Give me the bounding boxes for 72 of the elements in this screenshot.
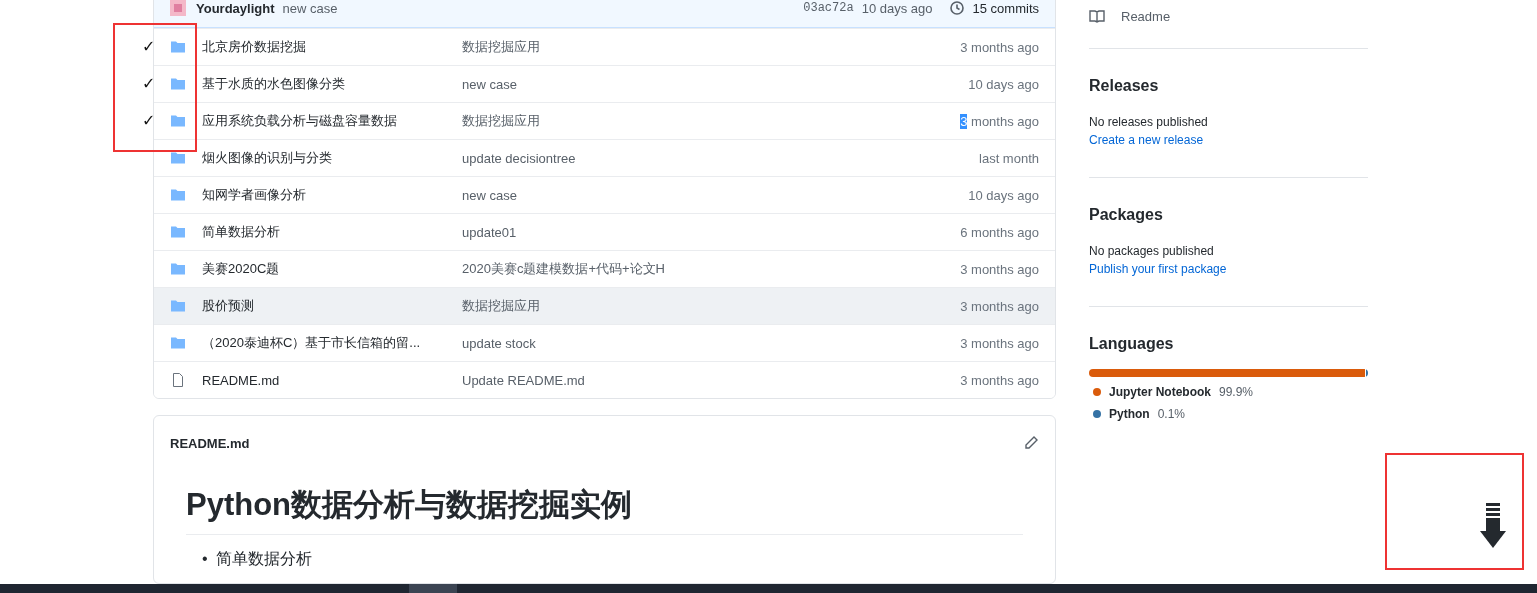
language-name[interactable]: Python: [1109, 407, 1150, 421]
commit-time: 3 months ago: [960, 261, 1039, 277]
section-note: No packages published: [1089, 244, 1215, 258]
language-percent: 0.1%: [1157, 407, 1186, 421]
commit-time: 10 days ago: [968, 187, 1039, 203]
file-name[interactable]: （2020泰迪杯C）基于市长信箱的留...: [202, 334, 462, 352]
commit-message[interactable]: 数据挖掘应用: [462, 38, 961, 56]
commit-message[interactable]: update01: [462, 224, 961, 240]
file-name[interactable]: 烟火图像的识别与分类: [202, 149, 462, 167]
commit-message[interactable]: 2020美赛c题建模数据+代码+论文H: [462, 260, 961, 278]
readme-filename: README.md: [170, 435, 250, 451]
commit-message[interactable]: new case: [462, 76, 969, 92]
commit-message[interactable]: new case: [282, 0, 796, 16]
file-row[interactable]: 股价预测 数据挖掘应用 3 months ago: [154, 287, 1055, 324]
commit-time: 3 months ago: [960, 39, 1039, 55]
file-name[interactable]: 知网学者画像分析: [202, 186, 462, 204]
check-mark: ✓: [142, 37, 156, 56]
down-arrow-icon: [1480, 503, 1506, 549]
folder-icon: [170, 298, 186, 314]
file-name[interactable]: 基于水质的水色图像分类: [202, 75, 462, 93]
check-mark: ✓: [142, 111, 156, 130]
folder-icon: [170, 39, 186, 55]
section-link[interactable]: Create a new release: [1089, 133, 1368, 147]
commit-sha[interactable]: 03ac72a: [803, 1, 854, 15]
check-mark: ✓: [142, 74, 156, 93]
commit-message[interactable]: 数据挖掘应用: [462, 112, 961, 130]
folder-icon: [170, 335, 186, 351]
readme-heading: Python数据分析与数据挖掘实例: [186, 484, 1023, 535]
commit-time: 3 months ago: [960, 335, 1039, 351]
file-row[interactable]: README.md Update README.md 3 months ago: [154, 361, 1055, 398]
commit-time: 3 months ago: [960, 298, 1039, 314]
commit-time: 10 days ago: [968, 76, 1039, 92]
commit-time: 10 days ago: [861, 0, 933, 16]
pencil-icon[interactable]: [1023, 435, 1039, 451]
commit-author[interactable]: Yourdaylight: [196, 0, 275, 16]
commit-message[interactable]: update decisiontree: [462, 150, 979, 166]
folder-icon: [170, 113, 186, 129]
commit-time: 6 months ago: [960, 224, 1039, 240]
section-title: Languages: [1089, 335, 1175, 353]
section-note: No releases published: [1089, 115, 1209, 129]
folder-icon: [170, 187, 186, 203]
readme-label: Readme: [1121, 8, 1171, 24]
folder-icon: [170, 76, 186, 92]
file-name[interactable]: 简单数据分析: [202, 223, 462, 241]
commit-time: last month: [979, 150, 1039, 166]
commit-message[interactable]: new case: [462, 187, 969, 203]
file-name[interactable]: 应用系统负载分析与磁盘容量数据: [202, 112, 462, 130]
commit-time: 3 months ago: [960, 113, 1039, 129]
language-name[interactable]: Jupyter Notebook: [1109, 385, 1211, 399]
commit-count[interactable]: 15 commits: [972, 0, 1039, 16]
book-icon: [1089, 8, 1105, 24]
bullet-mark: •: [202, 549, 208, 569]
file-name[interactable]: 美赛2020C题: [202, 260, 462, 278]
section-title: Releases: [1089, 77, 1160, 95]
file-name[interactable]: 北京房价数据挖掘: [202, 38, 462, 56]
folder-icon: [170, 261, 186, 277]
language-percent: 99.9%: [1219, 385, 1254, 399]
file-icon: [170, 372, 186, 388]
avatar-icon: [168, 0, 188, 18]
commit-message[interactable]: Update README.md: [462, 372, 961, 388]
section-link[interactable]: Publish your first package: [1089, 262, 1368, 276]
commit-message[interactable]: update stock: [462, 335, 961, 351]
file-name[interactable]: 股价预测: [202, 297, 462, 315]
readme-list-item: 简单数据分析: [215, 549, 312, 569]
folder-icon: [170, 224, 186, 240]
commit-message[interactable]: 数据挖掘应用: [462, 297, 961, 315]
folder-icon: [170, 150, 186, 166]
section-title: Packages: [1089, 206, 1164, 224]
file-name[interactable]: README.md: [202, 372, 462, 388]
commit-time: 3 months ago: [960, 372, 1039, 388]
readme-link[interactable]: Readme: [1089, 0, 1368, 48]
history-icon: [948, 0, 965, 16]
